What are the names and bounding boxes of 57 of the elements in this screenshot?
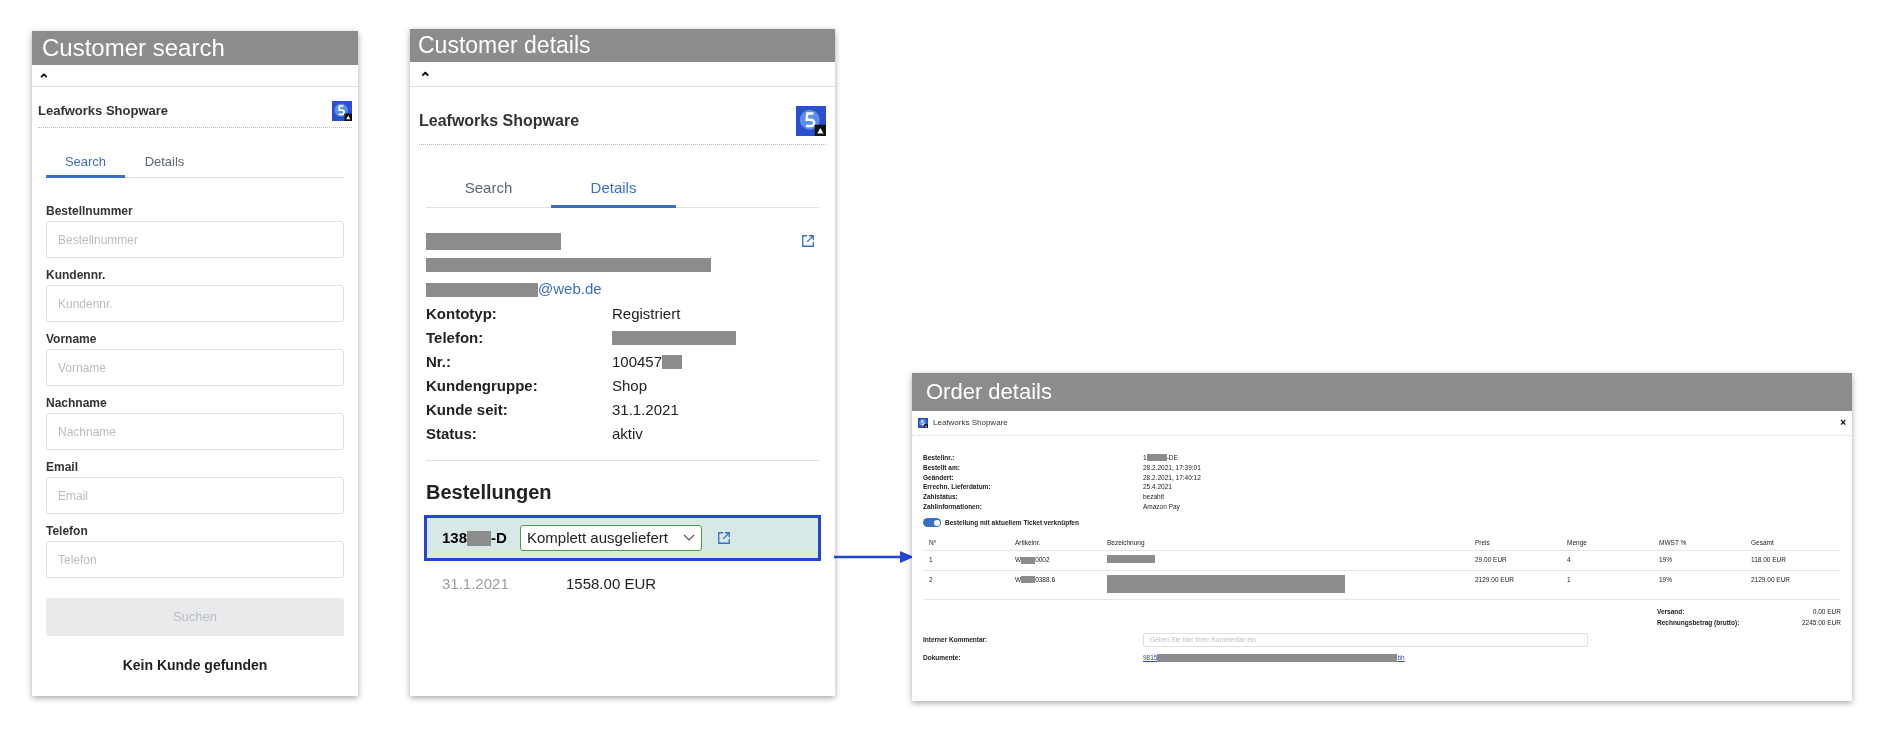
input-field[interactable]: Email: [46, 477, 344, 514]
tab[interactable]: Search: [426, 171, 551, 208]
redacted-block: [1021, 576, 1036, 584]
redacted-block: [467, 530, 492, 546]
tab[interactable]: Details: [125, 148, 204, 178]
field-label: Vorname: [46, 331, 98, 348]
property-value: aktiv: [612, 423, 643, 444]
field-label: Nachname: [46, 395, 108, 412]
property-label: Nr.:: [426, 351, 452, 372]
property-value: Shop: [612, 375, 648, 396]
app-logo-icon: [332, 101, 352, 121]
app-title: Leafworks Shopware: [419, 111, 580, 131]
redacted-block: [662, 355, 683, 369]
app-title: Leafworks Shopware: [933, 417, 1008, 429]
chevron-down-icon: [683, 534, 695, 542]
redacted-block: [1107, 554, 1155, 563]
caption-bar: Customer search: [32, 31, 358, 65]
input-field[interactable]: Bestellnummer: [46, 221, 344, 258]
section-heading: Bestellungen: [426, 480, 553, 505]
redacted-block: [1146, 454, 1167, 462]
property-value: Registriert: [612, 303, 681, 324]
property-label: Kunde seit:: [426, 399, 509, 420]
input-field[interactable]: Nachname: [46, 413, 344, 450]
field-label: Email: [46, 459, 79, 476]
property-label: Status:: [426, 423, 478, 444]
property-value: 31.1.2021: [612, 399, 679, 420]
toggle-switch[interactable]: [923, 518, 941, 528]
order-total: 1558.00 EUR: [566, 574, 657, 594]
email-link[interactable]: @web.de: [426, 277, 819, 302]
external-link-icon[interactable]: [717, 531, 731, 545]
input-field[interactable]: Vorname: [46, 349, 344, 386]
order-number: 138 -D: [442, 527, 508, 548]
property-value: 100457: [612, 350, 683, 374]
collapse-button[interactable]: ⌃: [38, 65, 50, 86]
caption-bar: Customer details: [410, 29, 835, 62]
external-link-icon[interactable]: [801, 234, 815, 248]
tab[interactable]: Search: [46, 148, 125, 178]
app-logo-icon: [918, 418, 928, 428]
order-date: 31.1.2021: [442, 574, 510, 594]
close-button[interactable]: ×: [1840, 418, 1846, 428]
redacted-block: [1021, 556, 1036, 564]
caption-bar: Order details: [912, 373, 1852, 411]
input-field[interactable]: Telefon: [46, 541, 344, 578]
field-label: Kundennr.: [46, 267, 107, 284]
status-dropdown[interactable]: Komplett ausgeliefert: [520, 525, 702, 551]
input-field[interactable]: Kundennr.: [46, 285, 344, 322]
order-row[interactable]: 138 -D Komplett ausgeliefert: [424, 515, 821, 561]
app-logo-icon: [796, 106, 826, 136]
property-label: Telefon:: [426, 327, 485, 348]
collapse-button[interactable]: ⌃: [419, 63, 432, 85]
field-label: Telefon: [46, 523, 89, 540]
field-label: Bestellnummer: [46, 203, 134, 220]
property-label: Kundengruppe:: [426, 375, 539, 396]
status-message: Kein Kunde gefunden: [121, 656, 269, 675]
property-label: Kontotyp:: [426, 303, 498, 324]
tab[interactable]: Details: [551, 171, 676, 208]
app-title: Leafworks Shopware: [38, 102, 169, 121]
